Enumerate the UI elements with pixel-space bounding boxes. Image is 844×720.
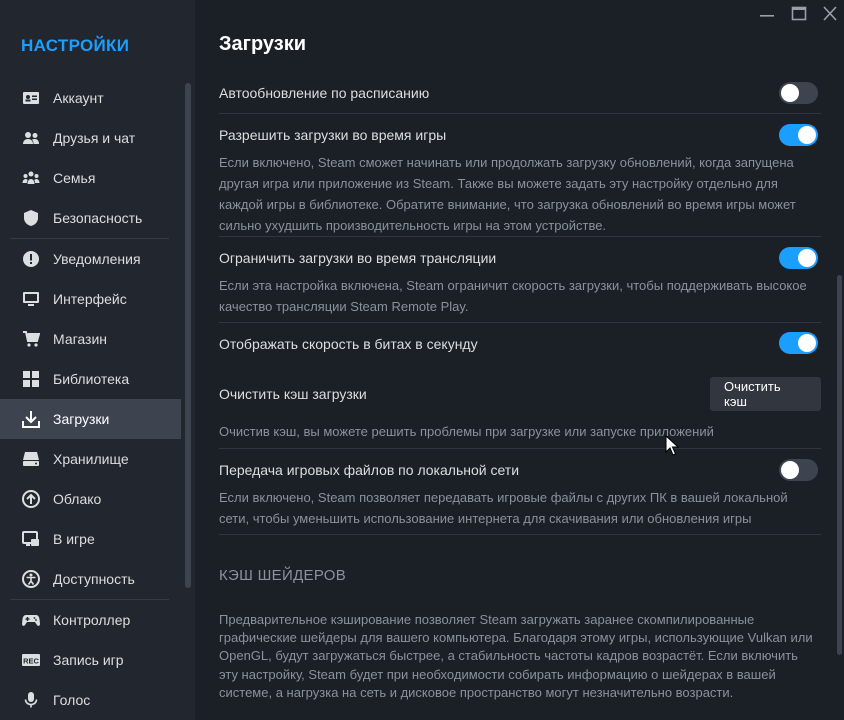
sidebar-item-interface[interactable]: Интерфейс xyxy=(0,279,181,319)
toggle-knob xyxy=(798,126,816,144)
cloud-icon xyxy=(22,490,40,508)
sidebar-item-downloads[interactable]: Загрузки xyxy=(0,399,181,439)
sidebar-scrollbar[interactable] xyxy=(185,83,191,588)
sidebar-item-label: Друзья и чат xyxy=(53,130,136,146)
sidebar-item-notifications[interactable]: Уведомления xyxy=(0,239,181,279)
sidebar-item-accessibility[interactable]: Доступность xyxy=(0,559,181,599)
id-card-icon xyxy=(22,89,40,107)
sidebar-item-account[interactable]: Аккаунт xyxy=(0,78,181,118)
auto-update-toggle[interactable] xyxy=(779,82,818,104)
ingame-icon xyxy=(22,530,40,548)
sidebar-item-family[interactable]: Семья xyxy=(0,158,181,198)
sidebar-item-storage[interactable]: Хранилище xyxy=(0,439,181,479)
shield-icon xyxy=(22,209,40,227)
monitor-icon xyxy=(22,290,40,308)
main-scrollbar[interactable] xyxy=(837,275,842,655)
accessibility-icon xyxy=(22,570,40,588)
maximize-icon xyxy=(791,6,807,21)
throttle-broadcast-toggle[interactable] xyxy=(779,247,818,269)
minimize-button[interactable] xyxy=(757,5,777,23)
setting-description: Очистив кэш, вы можете решить проблемы п… xyxy=(219,424,714,439)
shader-cache-section-header: КЭШ ШЕЙДЕРОВ xyxy=(219,567,347,584)
setting-title: Автообновление по расписанию xyxy=(219,85,430,101)
sidebar-item-friends[interactable]: Друзья и чат xyxy=(0,118,181,158)
family-icon xyxy=(22,169,40,187)
sidebar-item-cloud[interactable]: Облако xyxy=(0,479,181,519)
setting-lan-transfer: Передача игровых файлов по локальной сет… xyxy=(219,449,821,535)
sidebar-item-label: Голос xyxy=(53,692,91,708)
clear-cache-button[interactable]: Очистить кэш xyxy=(710,377,821,411)
setting-bits-per-second: Отображать скорость в битах в секунду xyxy=(219,323,821,365)
close-button[interactable] xyxy=(820,5,840,23)
microphone-icon xyxy=(22,691,40,709)
sidebar-item-label: Магазин xyxy=(53,331,108,347)
sidebar-item-label: Интерфейс xyxy=(53,291,127,307)
setting-title: Передача игровых файлов по локальной сет… xyxy=(219,462,520,478)
setting-title: Ограничить загрузки во время трансляции xyxy=(219,250,497,266)
sidebar-item-ingame[interactable]: В игре xyxy=(0,519,181,559)
cart-icon xyxy=(22,330,40,348)
lan-transfer-toggle[interactable] xyxy=(779,459,818,481)
sidebar-item-label: Библиотека xyxy=(53,371,130,387)
sidebar-item-library[interactable]: Библиотека xyxy=(0,359,181,399)
sidebar-title: НАСТРОЙКИ xyxy=(21,36,130,55)
minimize-icon xyxy=(760,15,774,17)
download-icon xyxy=(22,410,40,428)
setting-throttle-broadcast: Ограничить загрузки во время трансляции … xyxy=(219,237,821,323)
page-title: Загрузки xyxy=(219,33,307,55)
sidebar-item-label: Загрузки xyxy=(53,411,110,427)
bits-per-second-toggle[interactable] xyxy=(779,332,818,354)
toggle-knob xyxy=(781,84,799,102)
sidebar-nav: Аккаунт Друзья и чат Семья Безопасность xyxy=(0,78,181,720)
setting-title: Разрешить загрузки во время игры xyxy=(219,127,447,143)
sidebar-item-store[interactable]: Магазин xyxy=(0,319,181,359)
sidebar-item-label: Хранилище xyxy=(53,451,129,467)
rec-icon: REC xyxy=(22,651,40,669)
sidebar-item-label: Семья xyxy=(53,170,96,186)
sidebar-item-label: Запись игр xyxy=(53,652,124,668)
sidebar-item-label: В игре xyxy=(53,531,95,547)
close-icon xyxy=(823,6,837,21)
sidebar-item-controller[interactable]: Контроллер xyxy=(0,600,181,640)
maximize-button[interactable] xyxy=(789,5,809,23)
sidebar-item-label: Аккаунт xyxy=(53,90,104,106)
setting-allow-during-game: Разрешить загрузки во время игры Если вк… xyxy=(219,114,821,237)
sidebar-item-security[interactable]: Безопасность xyxy=(0,198,181,238)
toggle-knob xyxy=(798,249,816,267)
shader-cache-description: Предварительное кэширование позволяет St… xyxy=(219,612,813,700)
setting-title: Очистить кэш загрузки xyxy=(219,386,367,402)
grid-icon xyxy=(22,370,40,388)
sidebar-item-game-recording[interactable]: REC Запись игр xyxy=(0,640,181,680)
alert-icon xyxy=(22,250,40,268)
setting-description: Если включено, Steam позволяет передават… xyxy=(219,490,788,526)
friends-icon xyxy=(22,129,40,147)
settings-sidebar: НАСТРОЙКИ Аккаунт Друзья и чат Семья Без… xyxy=(0,0,195,720)
svg-text:REC: REC xyxy=(23,656,39,665)
sidebar-item-label: Безопасность xyxy=(53,210,143,226)
setting-description: Если эта настройка включена, Steam огран… xyxy=(219,278,807,314)
settings-panel: Автообновление по расписанию Разрешить з… xyxy=(219,72,821,535)
sidebar-item-label: Доступность xyxy=(53,571,135,587)
setting-auto-update: Автообновление по расписанию xyxy=(219,72,821,114)
sidebar-item-label: Уведомления xyxy=(53,251,141,267)
sidebar-item-voice[interactable]: Голос xyxy=(0,680,181,720)
toggle-knob xyxy=(798,334,816,352)
sidebar-item-label: Облако xyxy=(53,491,102,507)
mouse-cursor-icon xyxy=(665,435,679,456)
allow-during-game-toggle[interactable] xyxy=(779,124,818,146)
toggle-knob xyxy=(781,461,799,479)
setting-clear-cache: Очистить кэш загрузки Очистить кэш Очист… xyxy=(219,365,821,449)
setting-title: Отображать скорость в битах в секунду xyxy=(219,336,478,352)
setting-description: Если включено, Steam сможет начинать или… xyxy=(219,155,796,233)
gamepad-icon xyxy=(22,611,40,629)
sidebar-item-label: Контроллер xyxy=(53,612,131,628)
storage-icon xyxy=(22,450,40,468)
